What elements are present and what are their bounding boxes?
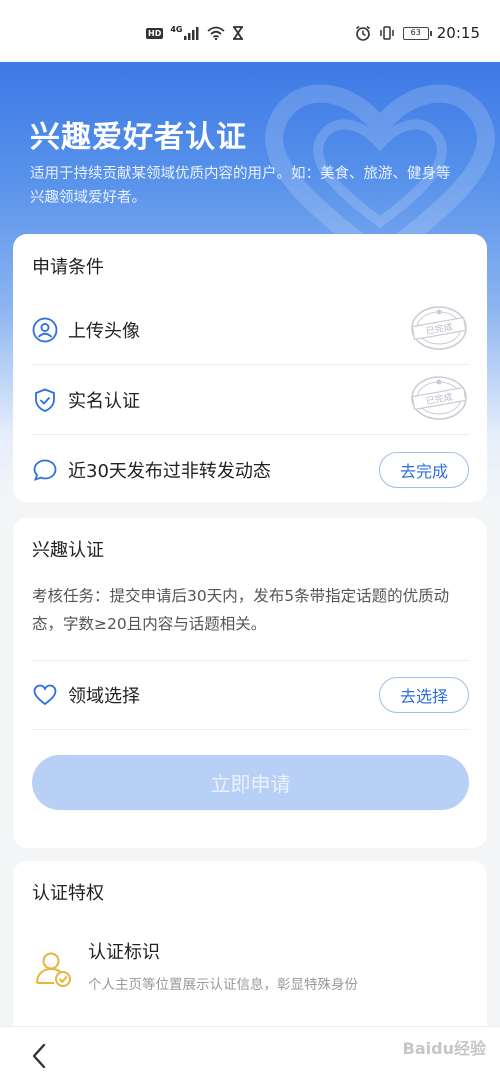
conditions-card: 申请条件 上传头像 已完成 实名认证 已完成 近30天发布过非转发动态 去完成 xyxy=(13,234,487,502)
bottom-nav-bar: Baidu经验 xyxy=(0,1026,500,1084)
condition-row-avatar: 上传头像 已完成 xyxy=(32,295,469,365)
privilege-item: 认证标识 个人主页等位置展示认证信息，彰显特殊身份 xyxy=(32,933,469,1013)
condition-label: 近30天发布过非转发动态 xyxy=(68,461,271,482)
chat-bubble-icon xyxy=(32,457,58,483)
conditions-title: 申请条件 xyxy=(32,257,104,278)
shield-check-icon xyxy=(32,387,58,413)
back-arrow-icon[interactable] xyxy=(26,1041,54,1071)
page-title: 兴趣爱好者认证 xyxy=(30,120,247,155)
privilege-title: 认证标识 xyxy=(88,942,160,963)
heart-icon xyxy=(32,682,58,708)
wifi-icon xyxy=(207,26,226,40)
apply-button[interactable]: 立即申请 xyxy=(32,755,469,810)
clock: 20:15 xyxy=(436,24,480,42)
battery-icon: 63 xyxy=(402,26,432,40)
network-label: 4G xyxy=(170,24,183,34)
watermark: Baidu经验 xyxy=(402,1039,486,1058)
vibrate-icon xyxy=(380,26,394,40)
go-complete-button[interactable]: 去完成 xyxy=(379,452,469,488)
field-select-label: 领域选择 xyxy=(68,685,140,707)
interest-card: 兴趣认证 考核任务：提交申请后30天内，发布5条带指定话题的优质动态，字数≥20… xyxy=(13,518,487,848)
interest-title: 兴趣认证 xyxy=(32,540,104,561)
status-left: HD 4G xyxy=(146,24,244,40)
completed-stamp: 已完成 xyxy=(409,302,469,358)
hd-badge: HD xyxy=(146,27,164,39)
condition-label: 实名认证 xyxy=(68,390,140,412)
signal-icon xyxy=(184,26,199,40)
completed-stamp: 已完成 xyxy=(409,372,469,428)
condition-row-post: 近30天发布过非转发动态 去完成 xyxy=(32,435,469,505)
field-select-row: 领域选择 去选择 xyxy=(32,660,469,730)
condition-row-realname: 实名认证 已完成 xyxy=(32,365,469,435)
privilege-description: 个人主页等位置展示认证信息，彰显特殊身份 xyxy=(88,977,358,993)
interest-description: 考核任务：提交申请后30天内，发布5条带指定话题的优质动态，字数≥20且内容与话… xyxy=(32,587,450,633)
page-subtitle: 适用于持续贡献某领域优质内容的用户。如：美食、旅游、健身等兴趣领域爱好者。 xyxy=(30,166,451,206)
hourglass-icon xyxy=(233,26,244,40)
status-bar: HD 4G 63 20:15 xyxy=(0,0,500,62)
privileges-title: 认证特权 xyxy=(32,883,104,904)
badge-user-icon xyxy=(32,947,76,991)
alarm-icon xyxy=(355,25,370,41)
avatar-icon xyxy=(32,317,58,343)
go-select-button[interactable]: 去选择 xyxy=(379,676,469,713)
status-right: 63 20:15 xyxy=(355,24,480,42)
condition-label: 上传头像 xyxy=(68,320,140,342)
